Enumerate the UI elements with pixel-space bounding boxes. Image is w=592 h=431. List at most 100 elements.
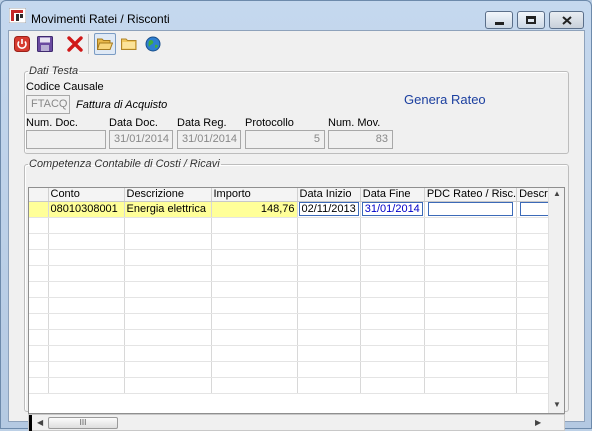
- grid-cell[interactable]: [297, 297, 361, 314]
- num-mov-field[interactable]: 83: [328, 130, 393, 149]
- grid-cell[interactable]: [124, 297, 212, 314]
- grid-cell[interactable]: [360, 281, 425, 298]
- save-button[interactable]: [34, 33, 56, 55]
- table-row[interactable]: [29, 297, 558, 314]
- table-row[interactable]: [29, 377, 558, 394]
- grid-cell[interactable]: [29, 281, 49, 298]
- grid-cell[interactable]: [124, 329, 212, 346]
- table-row[interactable]: [29, 217, 558, 234]
- grid-cell[interactable]: [48, 217, 125, 234]
- column-header-importo[interactable]: Importo: [211, 188, 298, 202]
- grid-cell[interactable]: [124, 377, 212, 394]
- grid-cell[interactable]: [211, 329, 298, 346]
- codice-causale-field[interactable]: FTACQ: [26, 95, 70, 114]
- column-header-descrizione[interactable]: Descrizione: [124, 188, 212, 202]
- grid-cell[interactable]: [297, 249, 361, 266]
- grid-cell[interactable]: [29, 249, 49, 266]
- grid-cell[interactable]: [48, 233, 125, 250]
- grid-cell[interactable]: [211, 377, 298, 394]
- exit-button[interactable]: [11, 33, 33, 55]
- grid-cell[interactable]: [360, 377, 425, 394]
- grid-cell[interactable]: [424, 249, 518, 266]
- column-header-pdc[interactable]: PDC Rateo / Risc.: [424, 188, 518, 202]
- grid-cell[interactable]: [29, 313, 49, 330]
- web-button[interactable]: [142, 33, 164, 55]
- table-row[interactable]: [29, 249, 558, 266]
- table-row[interactable]: [29, 233, 558, 250]
- grid-cell[interactable]: [124, 281, 212, 298]
- grid-cell[interactable]: [297, 329, 361, 346]
- grid-cell[interactable]: [360, 265, 425, 282]
- table-row[interactable]: [29, 345, 558, 362]
- grid-cell[interactable]: [48, 249, 125, 266]
- grid-cell[interactable]: [297, 281, 361, 298]
- grid-cell[interactable]: [48, 265, 125, 282]
- grid-cell[interactable]: [124, 217, 212, 234]
- grid-cell[interactable]: [124, 249, 212, 266]
- grid-cell[interactable]: [48, 329, 125, 346]
- grid-cell[interactable]: [124, 233, 212, 250]
- column-header-conto[interactable]: Conto: [48, 188, 125, 202]
- data-fine-editor[interactable]: 31/01/2014: [361, 202, 423, 216]
- minimize-button[interactable]: [485, 11, 513, 29]
- table-row[interactable]: [29, 265, 558, 282]
- data-inizio-editor[interactable]: 02/11/2013: [298, 202, 359, 216]
- grid-cell[interactable]: [29, 265, 49, 282]
- grid-cell[interactable]: [211, 313, 298, 330]
- table-row[interactable]: [29, 281, 558, 298]
- grid-cell[interactable]: [29, 297, 49, 314]
- scroll-up-icon[interactable]: ▲: [553, 189, 561, 198]
- column-header-data-inizio[interactable]: Data Inizio: [297, 188, 361, 202]
- grid-cell[interactable]: [424, 329, 518, 346]
- table-row[interactable]: [29, 329, 558, 346]
- cell-conto[interactable]: 08010308001: [48, 201, 125, 218]
- grid-cell[interactable]: [424, 345, 518, 362]
- row-selector[interactable]: [29, 201, 49, 218]
- grid-cell[interactable]: [124, 345, 212, 362]
- grid-cell[interactable]: [48, 361, 125, 378]
- grid-cell[interactable]: [360, 249, 425, 266]
- vertical-scrollbar[interactable]: ▲ ▼: [548, 188, 564, 413]
- genera-rateo-button[interactable]: Genera Rateo: [404, 92, 486, 107]
- grid-cell[interactable]: [211, 345, 298, 362]
- horizontal-scrollbar[interactable]: ◀ III ▶: [28, 414, 565, 431]
- table-row[interactable]: 08010308001 Energia elettrica 148,76 02/…: [29, 201, 558, 218]
- column-header-data-fine[interactable]: Data Fine: [360, 188, 425, 202]
- grid-cell[interactable]: [29, 345, 49, 362]
- grid-cell[interactable]: [211, 249, 298, 266]
- grid-cell[interactable]: [48, 345, 125, 362]
- delete-button[interactable]: [64, 33, 86, 55]
- grid-cell[interactable]: [29, 361, 49, 378]
- grid-cell[interactable]: [297, 217, 361, 234]
- data-doc-field[interactable]: 31/01/2014: [109, 130, 173, 149]
- grid-cell[interactable]: [424, 377, 518, 394]
- grid-cell[interactable]: [29, 233, 49, 250]
- grid-cell[interactable]: [124, 361, 212, 378]
- grid-cell[interactable]: [124, 313, 212, 330]
- grid-cell[interactable]: [297, 313, 361, 330]
- grid-cell[interactable]: [297, 361, 361, 378]
- grid-cell[interactable]: [424, 265, 518, 282]
- grid-cell[interactable]: [360, 297, 425, 314]
- close-button[interactable]: [549, 11, 584, 29]
- table-row[interactable]: [29, 361, 558, 378]
- protocollo-field[interactable]: 5: [245, 130, 325, 149]
- grid-cell[interactable]: [424, 297, 518, 314]
- grid-cell[interactable]: [211, 297, 298, 314]
- grid-cell[interactable]: [48, 297, 125, 314]
- folder-button[interactable]: [118, 33, 140, 55]
- competenza-grid[interactable]: Conto Descrizione Importo Data Inizio Da…: [28, 187, 565, 414]
- scroll-down-icon[interactable]: ▼: [553, 400, 561, 409]
- grid-cell[interactable]: [29, 217, 49, 234]
- grid-cell[interactable]: [424, 217, 518, 234]
- table-row[interactable]: [29, 313, 558, 330]
- grid-cell[interactable]: [360, 329, 425, 346]
- grid-cell[interactable]: [211, 281, 298, 298]
- grid-cell[interactable]: [211, 217, 298, 234]
- grid-cell[interactable]: [124, 265, 212, 282]
- grid-cell[interactable]: [360, 345, 425, 362]
- grid-cell[interactable]: [360, 313, 425, 330]
- grid-cell[interactable]: [29, 329, 49, 346]
- cell-data-fine[interactable]: 31/01/2014: [360, 201, 425, 218]
- num-doc-field[interactable]: [26, 130, 106, 149]
